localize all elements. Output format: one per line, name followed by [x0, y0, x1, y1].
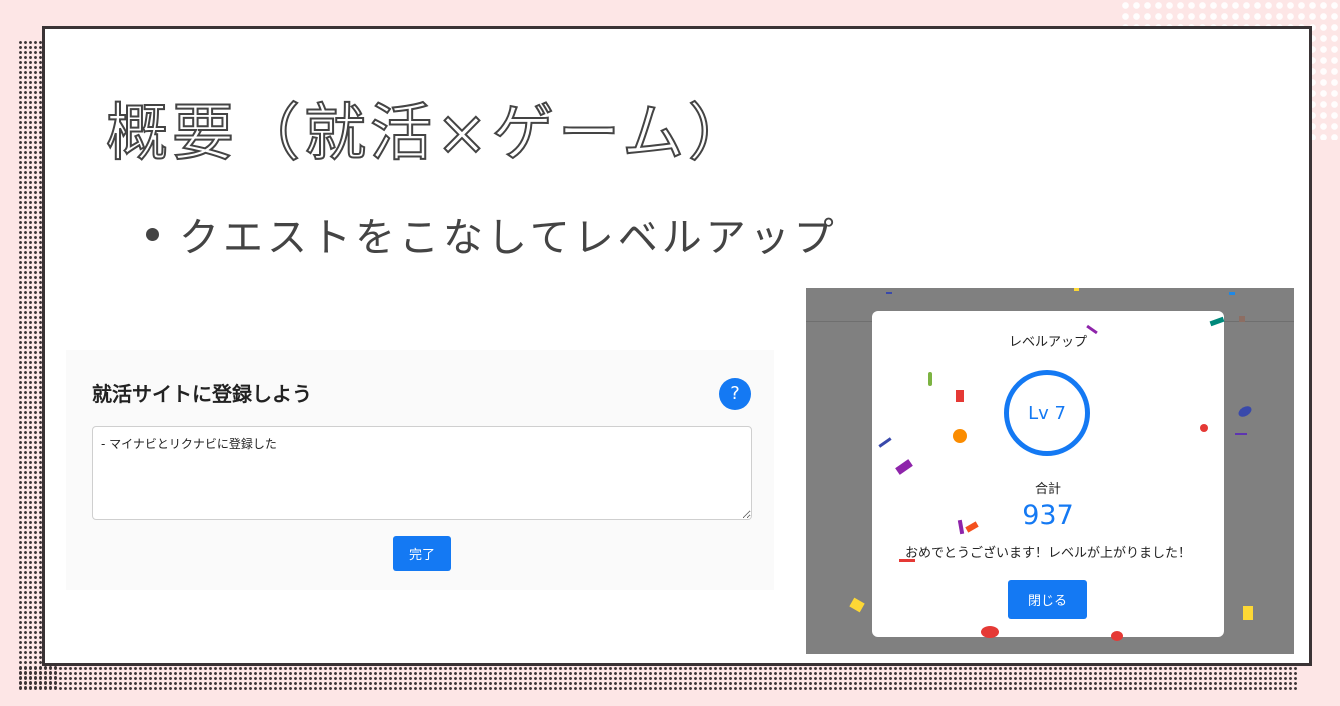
confetti-piece: [899, 559, 915, 562]
bullet-dot-icon: [146, 227, 159, 241]
quest-report-textarea[interactable]: - マイナビとリクナビに登録した: [92, 426, 752, 520]
confetti-piece: [1200, 424, 1208, 432]
decorative-dots-bottom: [18, 666, 1298, 692]
confetti-piece: [1239, 316, 1245, 322]
help-button[interactable]: ?: [719, 378, 751, 410]
confetti-piece: [1243, 606, 1253, 620]
confetti-piece: [1074, 288, 1079, 291]
close-button[interactable]: 閉じる: [1008, 580, 1087, 619]
bullet-item: クエストをこなしてレベルアップ: [146, 205, 838, 263]
bullet-text: クエストをこなしてレベルアップ: [179, 215, 838, 261]
confetti-piece: [928, 372, 932, 386]
quest-screenshot: 就活サイトに登録しよう ? - マイナビとリクナビに登録した 完了: [66, 350, 774, 590]
confetti-piece: [1235, 433, 1247, 435]
total-value: 937: [1022, 500, 1074, 531]
done-button[interactable]: 完了: [393, 536, 451, 571]
congrats-message: おめでとうございます！レベルが上がりました！: [904, 546, 1191, 561]
level-ring: Lv 7: [1004, 370, 1090, 456]
confetti-piece: [886, 292, 892, 294]
level-label: Lv 7: [1028, 402, 1066, 424]
confetti-piece: [849, 597, 865, 613]
slide-title: 概要（就活×ゲーム）: [105, 95, 755, 170]
confetti-piece: [981, 626, 999, 638]
confetti-piece: [1236, 404, 1254, 419]
quest-title: 就活サイトに登録しよう: [92, 382, 312, 406]
confetti-piece: [1111, 631, 1123, 641]
levelup-modal: レベルアップ Lv 7 合計 937 おめでとうございます！レベルが上がりました…: [872, 311, 1224, 637]
confetti-piece: [1229, 292, 1235, 295]
levelup-screenshot: レベルアップ Lv 7 合計 937 おめでとうございます！レベルが上がりました…: [806, 288, 1294, 654]
total-label: 合計: [1034, 482, 1061, 497]
confetti-piece: [953, 429, 967, 443]
modal-title: レベルアップ: [1008, 335, 1087, 350]
confetti-piece: [956, 390, 964, 402]
